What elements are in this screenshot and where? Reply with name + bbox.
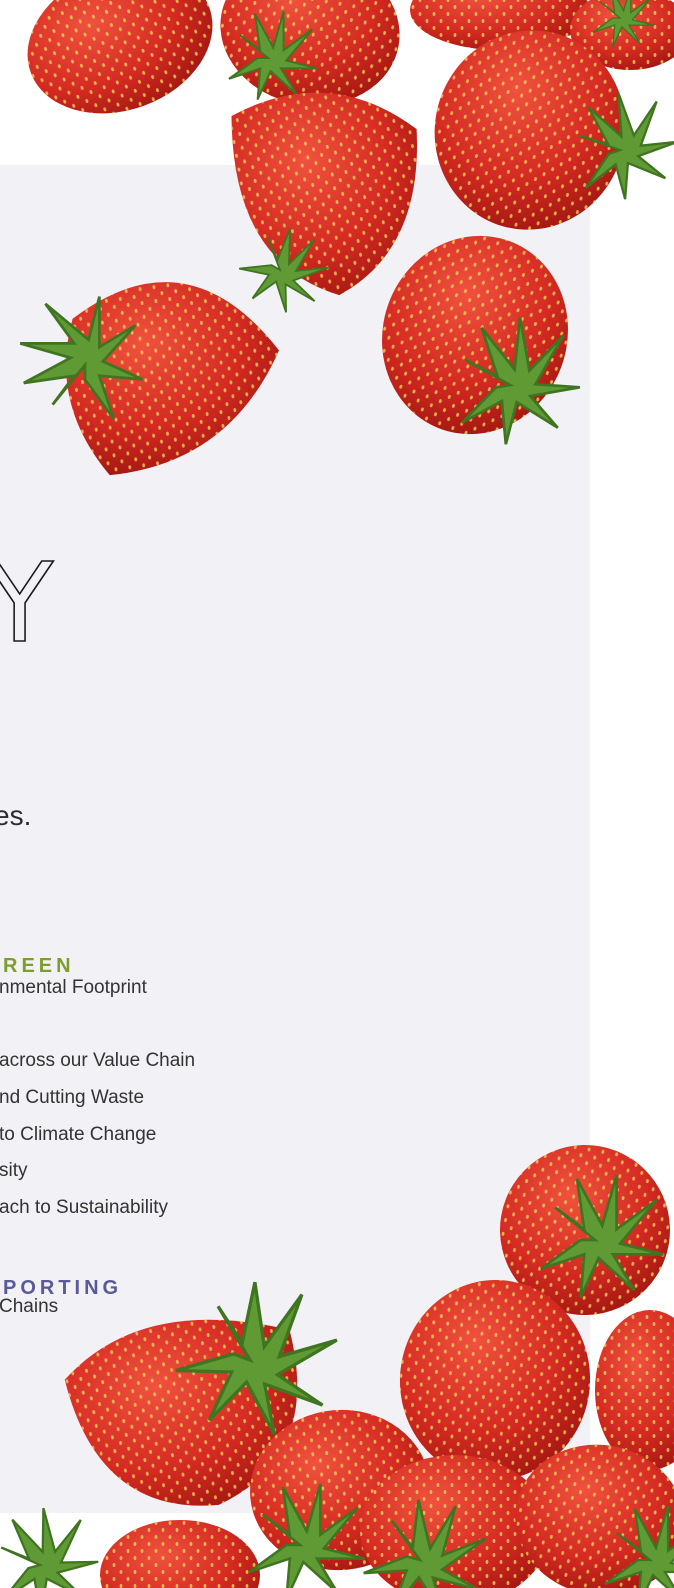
toc-item[interactable]: Chains [0, 1296, 58, 1318]
toc-item[interactable]: sity [0, 1160, 28, 1182]
toc-item[interactable]: ach to Sustainability [0, 1197, 168, 1219]
toc-item[interactable]: across our Value Chain [0, 1050, 195, 1072]
intro-text-fragment: es. [0, 800, 32, 831]
toc-item[interactable]: nmental Footprint [0, 977, 147, 999]
content-panel [0, 165, 590, 1513]
toc-item[interactable]: nd Cutting Waste [0, 1087, 144, 1109]
toc-item[interactable]: to Climate Change [0, 1124, 156, 1146]
green-section-heading: REEN [3, 955, 75, 977]
outlined-title-fragment: Y [0, 539, 54, 667]
